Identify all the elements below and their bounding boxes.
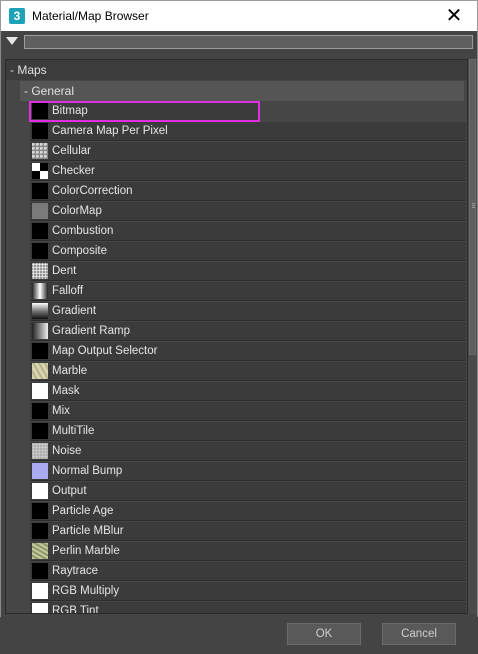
- search-options-dropdown-icon[interactable]: [6, 37, 18, 45]
- map-item-composite[interactable]: Composite: [30, 242, 466, 261]
- gradient-swatch-icon: [32, 303, 48, 319]
- map-item-label: Gradient: [52, 305, 97, 317]
- group-header-general[interactable]: - General: [20, 81, 464, 101]
- group-header-maps[interactable]: - Maps: [6, 60, 467, 80]
- map-item-colormap[interactable]: ColorMap: [30, 202, 466, 221]
- map-item-gradient-ramp[interactable]: Gradient Ramp: [30, 322, 466, 341]
- map-item-cellular[interactable]: Cellular: [30, 142, 466, 161]
- black-swatch-icon: [32, 343, 48, 359]
- map-item-gradient[interactable]: Gradient: [30, 302, 466, 321]
- map-item-checker[interactable]: Checker: [30, 162, 466, 181]
- map-item-label: Output: [52, 485, 87, 497]
- black-swatch-icon: [32, 523, 48, 539]
- map-item-label: Mask: [52, 385, 80, 397]
- gray-swatch-icon: [32, 203, 48, 219]
- map-item-label: RGB Tint: [52, 605, 99, 614]
- map-item-label: ColorCorrection: [52, 185, 133, 197]
- lavender-swatch-icon: [32, 463, 48, 479]
- map-item-bitmap[interactable]: Bitmap: [29, 101, 260, 122]
- map-item-label: Raytrace: [52, 565, 99, 577]
- map-item-label: Noise: [52, 445, 82, 457]
- map-item-normal-bump[interactable]: Normal Bump: [30, 462, 466, 481]
- black-swatch-icon: [32, 103, 48, 119]
- checker-swatch-icon: [32, 163, 48, 179]
- map-item-multitile[interactable]: MultiTile: [30, 422, 466, 441]
- search-row: [0, 31, 478, 53]
- map-item-particle-mblur[interactable]: Particle MBlur: [30, 522, 466, 541]
- scrollbar-grip-icon: [472, 203, 475, 204]
- close-button[interactable]: ✕: [431, 1, 477, 31]
- map-item-rgb-multiply[interactable]: RGB Multiply: [30, 582, 466, 601]
- map-item-map-output-selector[interactable]: Map Output Selector: [30, 342, 466, 361]
- map-item-camera-map-per-pixel[interactable]: Camera Map Per Pixel: [30, 122, 466, 141]
- group-label-maps: - Maps: [10, 63, 47, 77]
- scrollbar-thumb[interactable]: [469, 59, 476, 355]
- map-item-colorcorrection[interactable]: ColorCorrection: [30, 182, 466, 201]
- map-item-label: Particle MBlur: [52, 525, 124, 537]
- white-swatch-icon: [32, 383, 48, 399]
- map-item-label: Composite: [52, 245, 107, 257]
- white-swatch-icon: [32, 603, 48, 613]
- map-item-label: Mix: [52, 405, 70, 417]
- cancel-button[interactable]: Cancel: [382, 623, 456, 645]
- black-swatch-icon: [32, 403, 48, 419]
- gradient-ramp-swatch-icon: [32, 323, 48, 339]
- marble-swatch-icon: [32, 363, 48, 379]
- group-label-general: - General: [24, 84, 75, 98]
- vertical-scrollbar[interactable]: [468, 59, 477, 614]
- map-item-label: Bitmap: [52, 105, 88, 117]
- ok-button[interactable]: OK: [287, 623, 361, 645]
- falloff-swatch-icon: [32, 283, 48, 299]
- map-item-falloff[interactable]: Falloff: [30, 282, 466, 301]
- noise-swatch-icon: [32, 443, 48, 459]
- cellular-swatch-icon: [32, 143, 48, 159]
- map-item-mix[interactable]: Mix: [30, 402, 466, 421]
- map-item-noise[interactable]: Noise: [30, 442, 466, 461]
- search-input[interactable]: [24, 35, 473, 49]
- map-item-label: Gradient Ramp: [52, 325, 130, 337]
- map-item-label: MultiTile: [52, 425, 95, 437]
- map-item-label: Combustion: [52, 225, 114, 237]
- black-swatch-icon: [32, 243, 48, 259]
- map-item-perlin-marble[interactable]: Perlin Marble: [30, 542, 466, 561]
- map-item-label: Normal Bump: [52, 465, 123, 477]
- map-item-label: RGB Multiply: [52, 585, 120, 597]
- black-swatch-icon: [32, 183, 48, 199]
- map-item-rgb-tint[interactable]: RGB Tint: [30, 602, 466, 614]
- map-item-output[interactable]: Output: [30, 482, 466, 501]
- map-item-label: Particle Age: [52, 505, 114, 517]
- map-item-label: Checker: [52, 165, 95, 177]
- map-item-label: ColorMap: [52, 205, 102, 217]
- title-bar: 3 Material/Map Browser ✕: [0, 0, 478, 31]
- dent-swatch-icon: [32, 263, 48, 279]
- window-title: Material/Map Browser: [32, 9, 149, 23]
- black-swatch-icon: [32, 563, 48, 579]
- perlin-swatch-icon: [32, 543, 48, 559]
- map-item-label: Map Output Selector: [52, 345, 158, 357]
- map-item-combustion[interactable]: Combustion: [30, 222, 466, 241]
- map-item-particle-age[interactable]: Particle Age: [30, 502, 466, 521]
- browser-tree: - Maps - General Bitmap Camera Map Per Pi…: [5, 59, 468, 614]
- map-item-mask[interactable]: Mask: [30, 382, 466, 401]
- dialog-footer: OK Cancel: [0, 617, 478, 654]
- map-item-label: Camera Map Per Pixel: [52, 125, 168, 137]
- app-icon: 3: [9, 8, 25, 24]
- black-swatch-icon: [32, 223, 48, 239]
- map-item-label: Perlin Marble: [52, 545, 120, 557]
- map-item-marble[interactable]: Marble: [30, 362, 466, 381]
- map-item-label: Falloff: [52, 285, 84, 297]
- map-item-label: Dent: [52, 265, 77, 277]
- white-swatch-icon: [32, 583, 48, 599]
- map-item-label: Marble: [52, 365, 88, 377]
- black-swatch-icon: [32, 423, 48, 439]
- black-swatch-icon: [32, 123, 48, 139]
- map-item-dent[interactable]: Dent: [30, 262, 466, 281]
- white-swatch-icon: [32, 483, 48, 499]
- black-swatch-icon: [32, 503, 48, 519]
- map-item-label: Cellular: [52, 145, 91, 157]
- map-item-raytrace[interactable]: Raytrace: [30, 562, 466, 581]
